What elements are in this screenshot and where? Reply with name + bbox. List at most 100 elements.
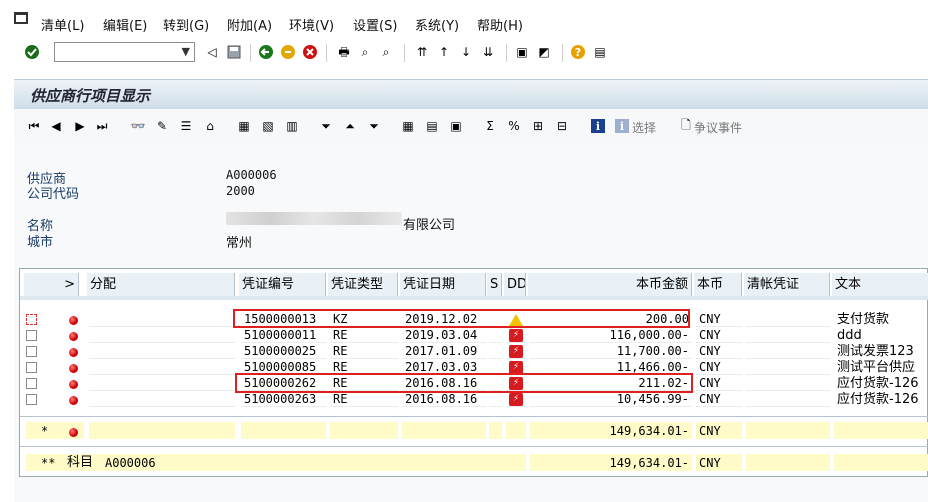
text-cell[interactable]: 应付货款-126 <box>834 392 928 407</box>
shortcut-icon[interactable]: ◩ <box>536 44 552 60</box>
previous-page-icon[interactable]: ↑ <box>436 44 452 60</box>
exit-icon[interactable] <box>280 44 296 60</box>
text-cell[interactable]: 测试平台供应 <box>834 360 928 375</box>
doc-type-cell[interactable]: RE <box>330 328 398 343</box>
col-text[interactable]: 文本 <box>832 273 928 296</box>
edit-pencil-icon[interactable]: ✎ <box>154 118 170 134</box>
col-doc-date[interactable]: 凭证日期 <box>400 273 486 296</box>
text-cell[interactable]: 支付货款 <box>834 312 928 327</box>
sort-ascending-icon[interactable]: ⏶ <box>342 118 358 134</box>
col-clearing[interactable]: 清帐凭证 <box>744 273 830 296</box>
subtotal-icon[interactable]: % <box>506 118 522 134</box>
col-expand[interactable]: > <box>24 273 79 296</box>
row-select-checkbox[interactable] <box>26 394 37 405</box>
save-icon[interactable] <box>226 44 242 60</box>
text-cell[interactable]: 测试发票123 <box>834 344 928 359</box>
document-icon[interactable]: ▥ <box>284 118 300 134</box>
col-dd[interactable]: DD <box>504 273 526 296</box>
details-icon[interactable]: ☰ <box>178 118 194 134</box>
text-cell[interactable]: 应付货款-126 <box>834 376 928 391</box>
amount-cell[interactable]: 11,700.00- <box>530 344 692 359</box>
expand-icon[interactable]: ⊞ <box>530 118 546 134</box>
assignment-cell[interactable] <box>89 360 235 375</box>
first-item-icon[interactable]: ⏮ <box>26 118 42 134</box>
col-currency[interactable]: 本币 <box>694 273 742 296</box>
find-icon[interactable]: ⌕ <box>357 44 373 60</box>
clearing-cell[interactable] <box>746 344 830 359</box>
assignment-cell[interactable] <box>89 392 235 407</box>
find-next-icon[interactable]: ⌕ <box>378 44 394 60</box>
assignment-cell[interactable] <box>89 344 235 359</box>
select-all-icon[interactable]: ▦ <box>236 118 252 134</box>
stamp-icon[interactable]: ⌂ <box>202 118 218 134</box>
sum-icon[interactable]: Σ <box>482 118 498 134</box>
currency-cell[interactable]: CNY <box>696 344 742 359</box>
print-icon[interactable]: 🖶 <box>336 44 352 60</box>
assignment-cell[interactable] <box>89 376 235 391</box>
text-cell[interactable]: ddd <box>834 328 928 343</box>
customize-layout-icon[interactable]: ▤ <box>592 44 608 60</box>
doc-type-cell[interactable]: RE <box>330 392 398 407</box>
clearing-cell[interactable] <box>746 312 830 327</box>
info-icon[interactable]: i <box>590 118 606 134</box>
cancel-icon[interactable] <box>302 44 318 60</box>
clearing-cell[interactable] <box>746 360 830 375</box>
first-page-icon[interactable]: ⇈ <box>414 44 430 60</box>
next-item-icon[interactable]: ▶ <box>72 118 88 134</box>
deselect-icon[interactable]: ▧ <box>260 118 276 134</box>
currency-cell[interactable]: CNY <box>696 312 742 327</box>
currency-cell[interactable]: CNY <box>696 360 742 375</box>
clearing-cell[interactable] <box>746 376 830 391</box>
chevron-down-icon[interactable]: ▼ <box>182 45 190 59</box>
menu-list[interactable]: 清单(L) <box>41 15 84 34</box>
new-session-icon[interactable]: ▣ <box>514 44 530 60</box>
row-select-checkbox[interactable] <box>26 346 37 357</box>
next-page-icon[interactable]: ↓ <box>458 44 474 60</box>
row-select-checkbox[interactable] <box>26 378 37 389</box>
row-select-checkbox[interactable] <box>26 330 37 341</box>
sort-descending-icon[interactable]: ⏷ <box>366 118 382 134</box>
row-select-checkbox[interactable] <box>26 314 37 325</box>
doc-no-cell[interactable]: 5100000263 <box>241 392 326 407</box>
change-layout-icon[interactable]: ▤ <box>424 118 440 134</box>
clearing-cell[interactable] <box>746 392 830 407</box>
doc-date-cell[interactable]: 2017.01.09 <box>402 344 486 359</box>
col-doc-type[interactable]: 凭证类型 <box>328 273 398 296</box>
col-s[interactable]: S <box>487 273 502 296</box>
menu-environment[interactable]: 环境(V) <box>289 15 334 34</box>
doc-type-cell[interactable]: RE <box>330 344 398 359</box>
collapse-left-icon[interactable]: ◁ <box>204 44 220 60</box>
currency-cell[interactable]: CNY <box>696 376 742 391</box>
layout-icon[interactable]: ▦ <box>400 118 416 134</box>
glasses-icon[interactable]: 👓 <box>130 118 146 134</box>
back-icon[interactable] <box>258 44 274 60</box>
amount-cell[interactable]: 10,456.99- <box>530 392 692 407</box>
currency-cell[interactable]: CNY <box>696 392 742 407</box>
amount-cell[interactable]: 116,000.00- <box>530 328 692 343</box>
menu-settings[interactable]: 设置(S) <box>353 15 397 34</box>
currency-cell[interactable]: CNY <box>696 328 742 343</box>
col-amount[interactable]: 本币金额 <box>528 273 692 296</box>
previous-item-icon[interactable]: ◀ <box>48 118 64 134</box>
doc-no-cell[interactable]: 5100000025 <box>241 344 326 359</box>
filter-icon[interactable]: ⏷ <box>318 118 334 134</box>
help-icon[interactable]: ? <box>570 44 586 60</box>
col-doc-no[interactable]: 凭证编号 <box>239 273 326 296</box>
menu-extras[interactable]: 附加(A) <box>227 15 272 34</box>
assignment-cell[interactable] <box>89 328 235 343</box>
col-assignment[interactable]: 分配 <box>87 273 235 296</box>
enter-check-icon[interactable] <box>24 44 40 60</box>
command-field[interactable]: ▼ <box>54 42 195 62</box>
doc-date-cell[interactable]: 2019.03.04 <box>402 328 486 343</box>
menu-system[interactable]: 系统(Y) <box>415 15 459 34</box>
menu-help[interactable]: 帮助(H) <box>477 15 523 34</box>
save-layout-icon[interactable]: ▣ <box>448 118 464 134</box>
menu-edit[interactable]: 编辑(E) <box>103 15 147 34</box>
collapse-icon[interactable]: ⊟ <box>554 118 570 134</box>
last-item-icon[interactable]: ⏭ <box>94 118 110 134</box>
row-select-checkbox[interactable] <box>26 362 37 373</box>
last-page-icon[interactable]: ⇊ <box>480 44 496 60</box>
menu-goto[interactable]: 转到(G) <box>163 15 209 34</box>
clearing-cell[interactable] <box>746 328 830 343</box>
sap-menu-icon[interactable] <box>14 12 28 24</box>
